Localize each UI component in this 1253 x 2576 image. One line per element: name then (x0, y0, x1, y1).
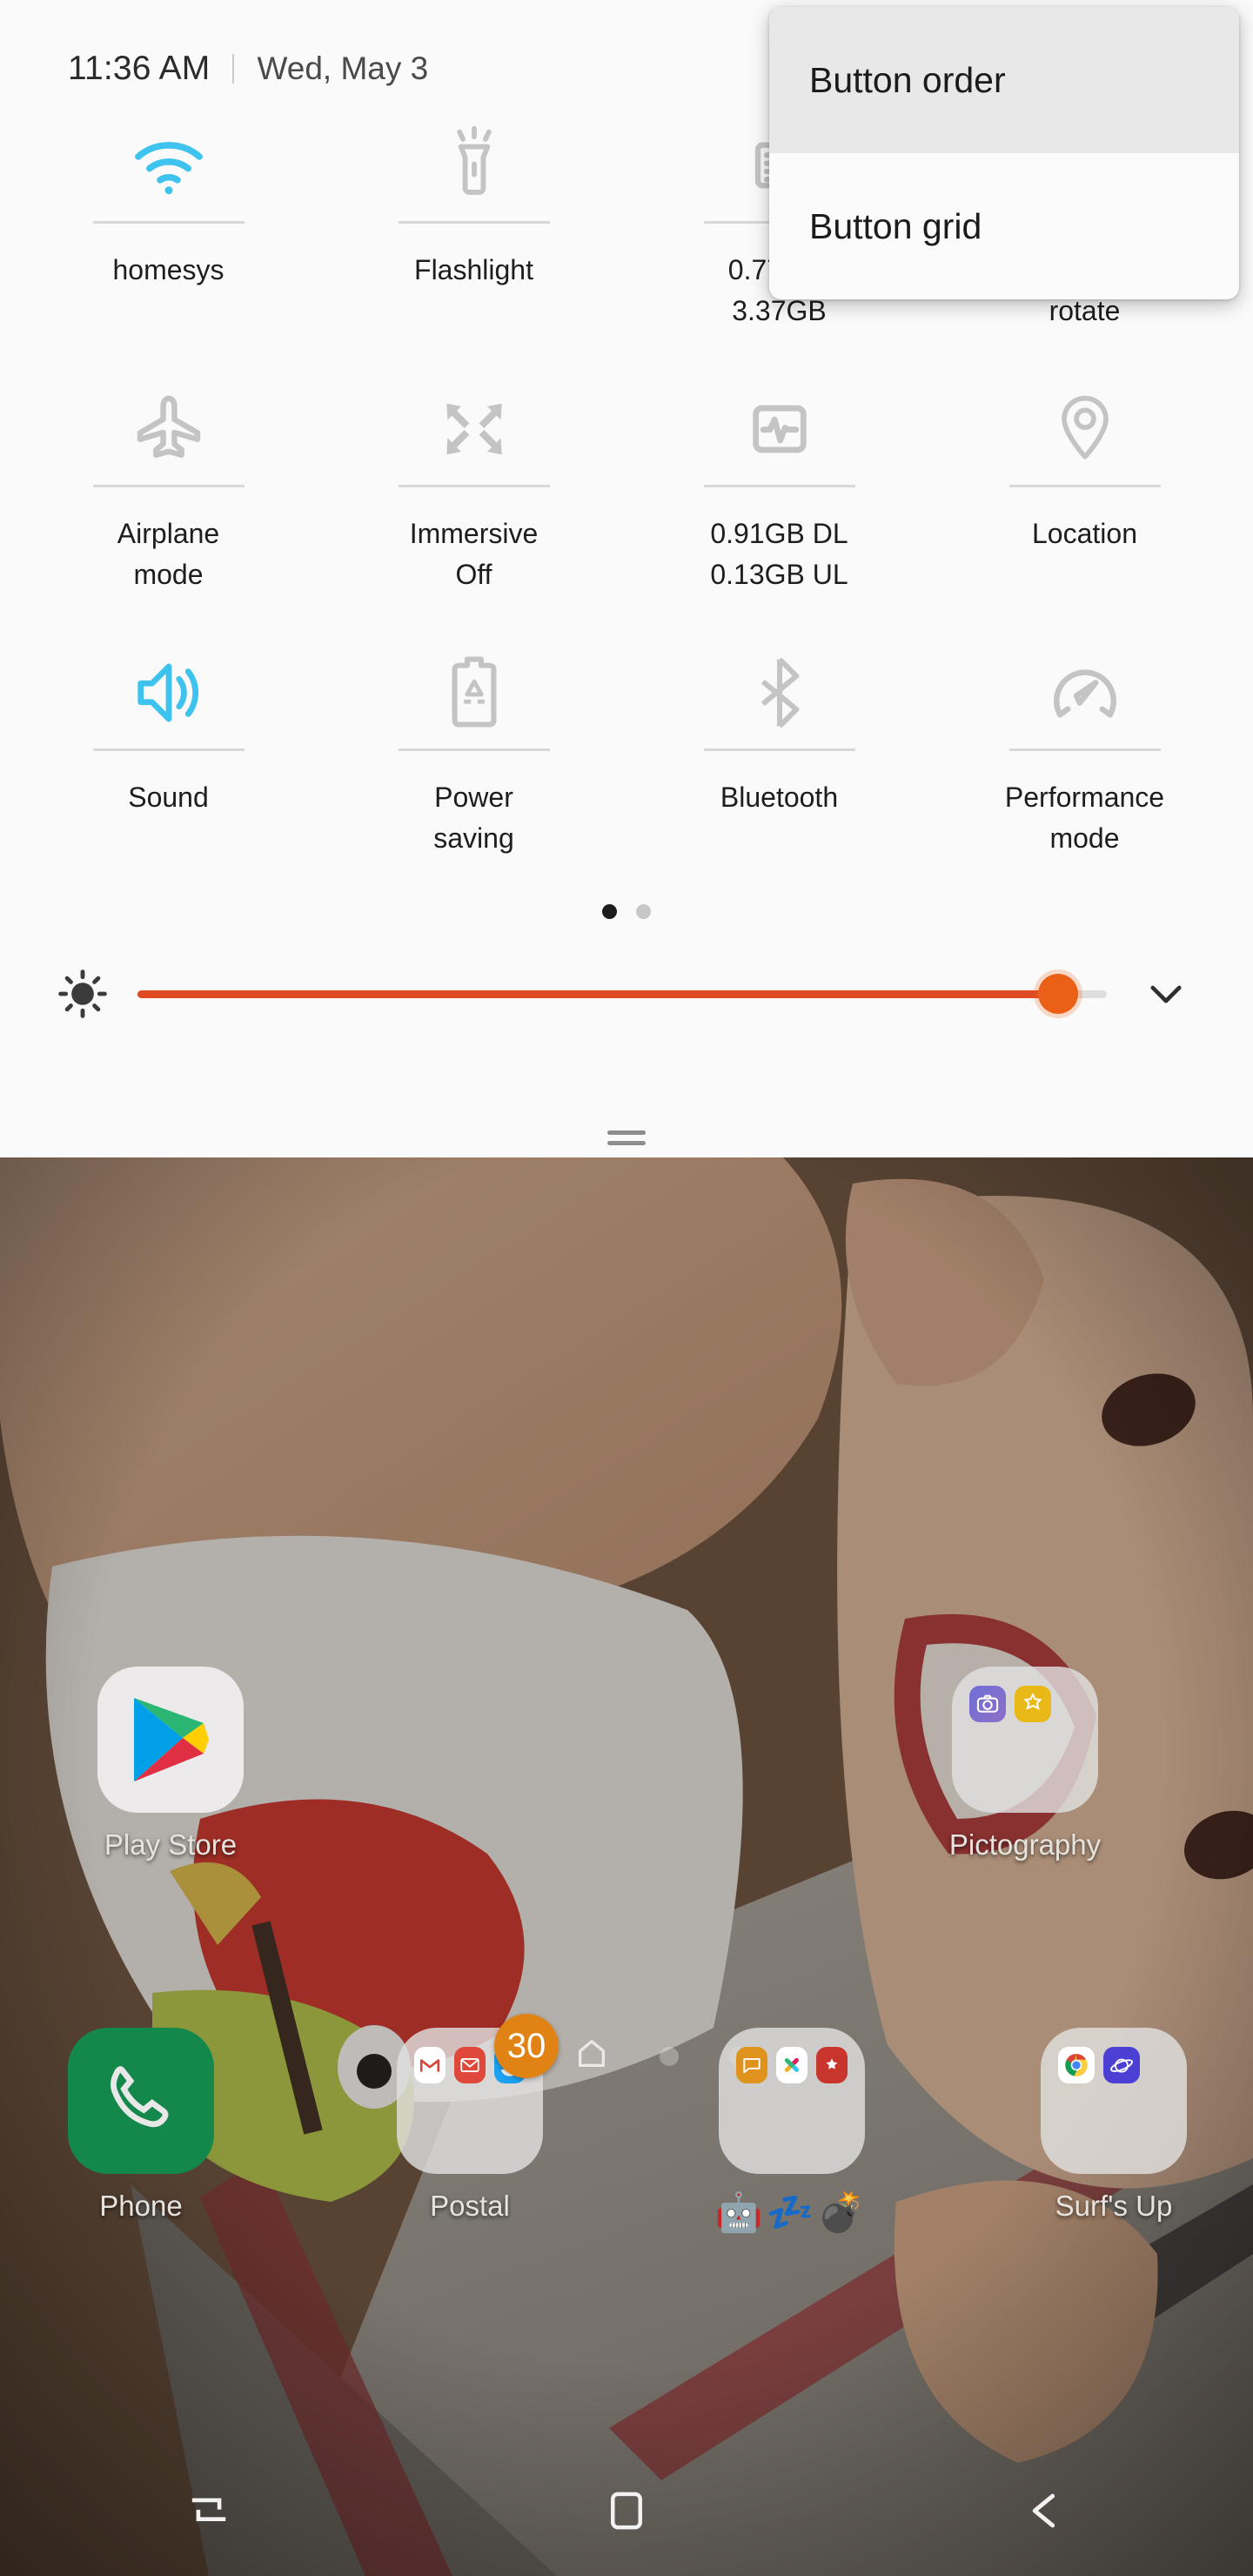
back-button[interactable] (835, 2485, 1253, 2536)
messages-icon (736, 2047, 767, 2083)
dock-label: Surf's Up (1055, 2190, 1173, 2222)
qs-page-dot-active[interactable] (602, 903, 617, 919)
page-dot[interactable] (660, 2046, 679, 2066)
phone-screen: Play Store Pictography Phone 30 Postal 🤖… (0, 0, 1253, 2576)
location-pin-icon (1054, 380, 1116, 478)
home-button[interactable] (418, 2487, 835, 2534)
slack-icon (776, 2047, 807, 2083)
tile-label: 0.91GB DL 0.13GB UL (710, 518, 848, 590)
brightness-icon[interactable] (35, 969, 131, 1019)
dock-label: Postal (430, 2190, 510, 2222)
tile-label: Sound (128, 782, 209, 813)
immersive-icon (439, 380, 509, 478)
tile-flashlight[interactable]: Flashlight (321, 96, 626, 359)
brightness-slider[interactable] (131, 968, 1114, 1020)
dock-folder-postal[interactable]: 30 Postal (357, 2014, 583, 2223)
dock-folder-messaging[interactable]: 🤖💤💣 (679, 2028, 905, 2235)
tile-power-saving[interactable]: Power saving (321, 623, 626, 887)
clock-label: 11:36 AM (68, 50, 211, 87)
dock-label: Phone (99, 2190, 183, 2222)
tile-rule (398, 748, 550, 751)
status-divider (232, 54, 235, 84)
wifi-icon (131, 117, 206, 214)
menu-item-label: Button grid (809, 205, 982, 246)
tile-rule (703, 485, 855, 487)
notification-badge: 30 (494, 2014, 559, 2078)
gmail-icon (414, 2047, 446, 2083)
tile-sound[interactable]: Sound (16, 623, 321, 887)
sound-icon (131, 644, 206, 741)
folder-icon (952, 1667, 1098, 1813)
tile-rule (92, 748, 245, 751)
folder-icon (1041, 2028, 1187, 2174)
power-saving-icon (446, 644, 502, 741)
recents-button[interactable] (0, 2485, 418, 2536)
data-usage-icon (744, 380, 815, 478)
folder-icon: 30 (397, 2014, 559, 2174)
panel-drag-handle[interactable] (0, 1130, 1253, 1145)
airplane-icon (131, 380, 206, 478)
bluetooth-icon (752, 644, 807, 741)
app-play-store[interactable]: Play Store (57, 1667, 284, 1862)
tile-location[interactable]: Location (932, 359, 1237, 623)
tile-label: Bluetooth (720, 782, 839, 813)
dock-app-phone[interactable]: Phone (28, 2028, 254, 2223)
tile-rule (1008, 748, 1161, 751)
performance-icon (1049, 644, 1121, 741)
menu-item-button-grid[interactable]: Button grid (769, 153, 1239, 299)
tile-rule (1008, 485, 1161, 487)
menu-item-button-order[interactable]: Button order (769, 7, 1239, 153)
menu-item-label: Button order (809, 59, 1006, 100)
button-layout-menu: Button order Button grid (769, 7, 1239, 299)
tile-label: Flashlight (414, 254, 533, 285)
email-icon (454, 2047, 486, 2083)
quick-settings-page-indicator (0, 892, 1253, 930)
phone-icon (68, 2028, 214, 2174)
tile-wifi[interactable]: homesys (16, 96, 321, 359)
slider-thumb[interactable] (1038, 974, 1079, 1014)
samsung-internet-icon (1103, 2047, 1140, 2083)
slider-fill (137, 989, 1059, 998)
camera-icon (969, 1686, 1006, 1722)
tile-label: Performance mode (1004, 782, 1165, 854)
play-store-icon (97, 1667, 244, 1813)
tile-rule (703, 748, 855, 751)
wallpaper-dim-overlay (0, 1157, 1253, 2576)
tile-rule (398, 221, 550, 224)
navigation-bar (0, 2445, 1253, 2576)
folder-icon (719, 2028, 865, 2174)
tile-bluetooth[interactable]: Bluetooth (626, 623, 932, 887)
tile-label: Airplane mode (117, 518, 220, 590)
tile-rule (398, 485, 550, 487)
home-screen: Play Store Pictography Phone 30 Postal 🤖… (0, 1157, 1253, 2576)
chevron-down-icon[interactable] (1114, 969, 1218, 1018)
tile-label: Immersive Off (409, 518, 539, 590)
tile-airplane-mode[interactable]: Airplane mode (16, 359, 321, 623)
dock-folder-browsers[interactable]: Surf's Up (1001, 2028, 1227, 2223)
app-label: Play Store (104, 1828, 238, 1861)
photo-editor-icon (1015, 1686, 1051, 1722)
chrome-icon (1058, 2047, 1095, 2083)
flashlight-icon (442, 117, 506, 214)
qs-page-dot[interactable] (636, 903, 651, 919)
brightness-row (0, 930, 1253, 1035)
tile-label: Location (1032, 518, 1137, 549)
tile-data-usage[interactable]: 0.91GB DL 0.13GB UL (626, 359, 932, 623)
folder-label: Pictography (948, 1828, 1102, 1861)
dock-label: 🤖💤💣 (714, 2191, 869, 2234)
tile-performance-mode[interactable]: Performance mode (932, 623, 1237, 887)
tile-immersive[interactable]: Immersive Off (321, 359, 626, 623)
wunderlist-icon (816, 2047, 848, 2083)
folder-pictography[interactable]: Pictography (912, 1667, 1138, 1862)
tile-rule (92, 485, 245, 487)
tile-label: Power saving (433, 782, 514, 854)
date-label: Wed, May 3 (257, 50, 429, 86)
tile-rule (92, 221, 245, 224)
tile-label: homesys (112, 254, 224, 285)
